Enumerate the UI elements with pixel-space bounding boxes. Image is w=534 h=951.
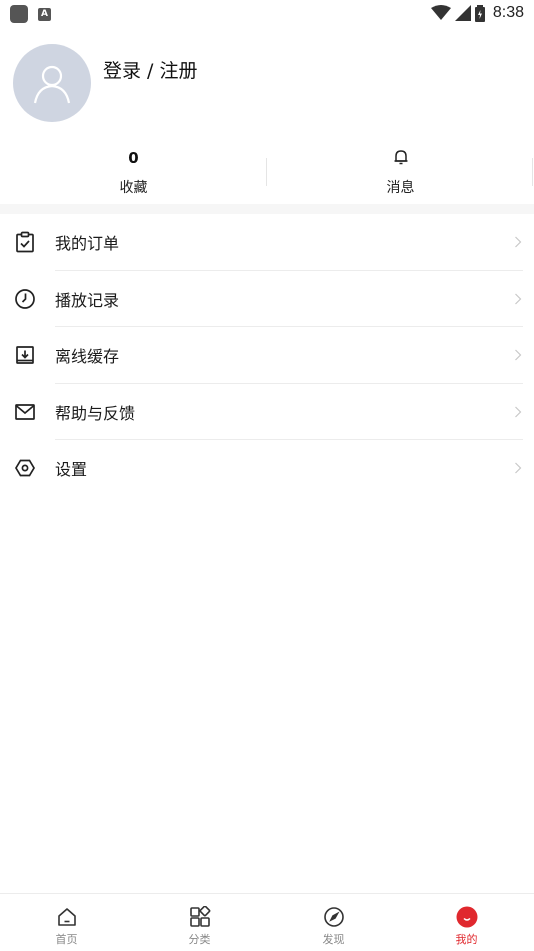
menu-item-history[interactable]: 播放记录 [0,271,534,327]
section-divider [0,204,534,214]
menu-item-offline-cache[interactable]: 离线缓存 [0,327,534,384]
mail-icon [15,403,35,420]
messages-label: 消息 [386,180,415,196]
stats-bar: 0 收藏 消息 [0,140,534,204]
stat-divider [532,158,533,186]
menu-item-label: 帮助与反馈 [55,403,136,423]
menu-item-label: 设置 [55,460,88,480]
app-notification-icon [10,5,28,23]
menu-list: 我的订单 播放记录 离线缓存 帮助与反馈 设置 [0,214,534,497]
keyboard-a-icon: A [38,7,51,21]
chevron-right-icon [515,462,522,474]
download-icon [16,346,34,365]
compass-icon [323,907,344,927]
bell-icon [394,150,407,165]
nav-tab-category[interactable]: 分类 [133,894,266,951]
home-icon [57,908,76,926]
clipboard-check-icon [16,231,34,253]
wifi-icon [430,5,451,20]
menu-item-label: 播放记录 [55,290,120,310]
profile-icon [456,906,477,928]
messages-stat[interactable]: 消息 [267,140,534,204]
cellular-signal-icon [454,5,471,21]
clock-icon [15,288,35,309]
nav-tab-label: 首页 [55,933,78,946]
chevron-right-icon [515,293,522,305]
chevron-right-icon [515,349,522,361]
nav-tab-label: 我的 [455,933,478,946]
chevron-right-icon [515,236,522,248]
login-register-link[interactable]: 登录 / 注册 [103,56,197,83]
avatar[interactable] [13,44,91,122]
menu-item-settings[interactable]: 设置 [0,440,534,497]
chevron-right-icon [515,406,522,418]
category-grid-icon [189,906,210,927]
favorites-label: 收藏 [119,180,148,196]
nav-tab-home[interactable]: 首页 [0,894,133,951]
bottom-nav: 首页 分类 发现 我的 [0,893,534,951]
battery-icon [474,4,485,22]
nav-tab-mine[interactable]: 我的 [400,894,533,951]
menu-item-label: 我的订单 [55,234,120,254]
status-time: 8:38 [492,4,524,21]
menu-item-help-feedback[interactable]: 帮助与反馈 [0,384,534,440]
status-bar: A 8:38 [0,0,534,28]
favorites-count: 0 [128,149,139,167]
favorites-stat[interactable]: 0 收藏 [0,140,267,204]
nav-tab-label: 分类 [188,933,211,946]
menu-item-orders[interactable]: 我的订单 [0,214,534,271]
nav-tab-label: 发现 [322,933,345,946]
menu-item-label: 离线缓存 [55,347,120,367]
settings-hexagon-icon [15,459,35,477]
user-placeholder-icon [33,65,71,104]
nav-tab-discover[interactable]: 发现 [267,894,400,951]
